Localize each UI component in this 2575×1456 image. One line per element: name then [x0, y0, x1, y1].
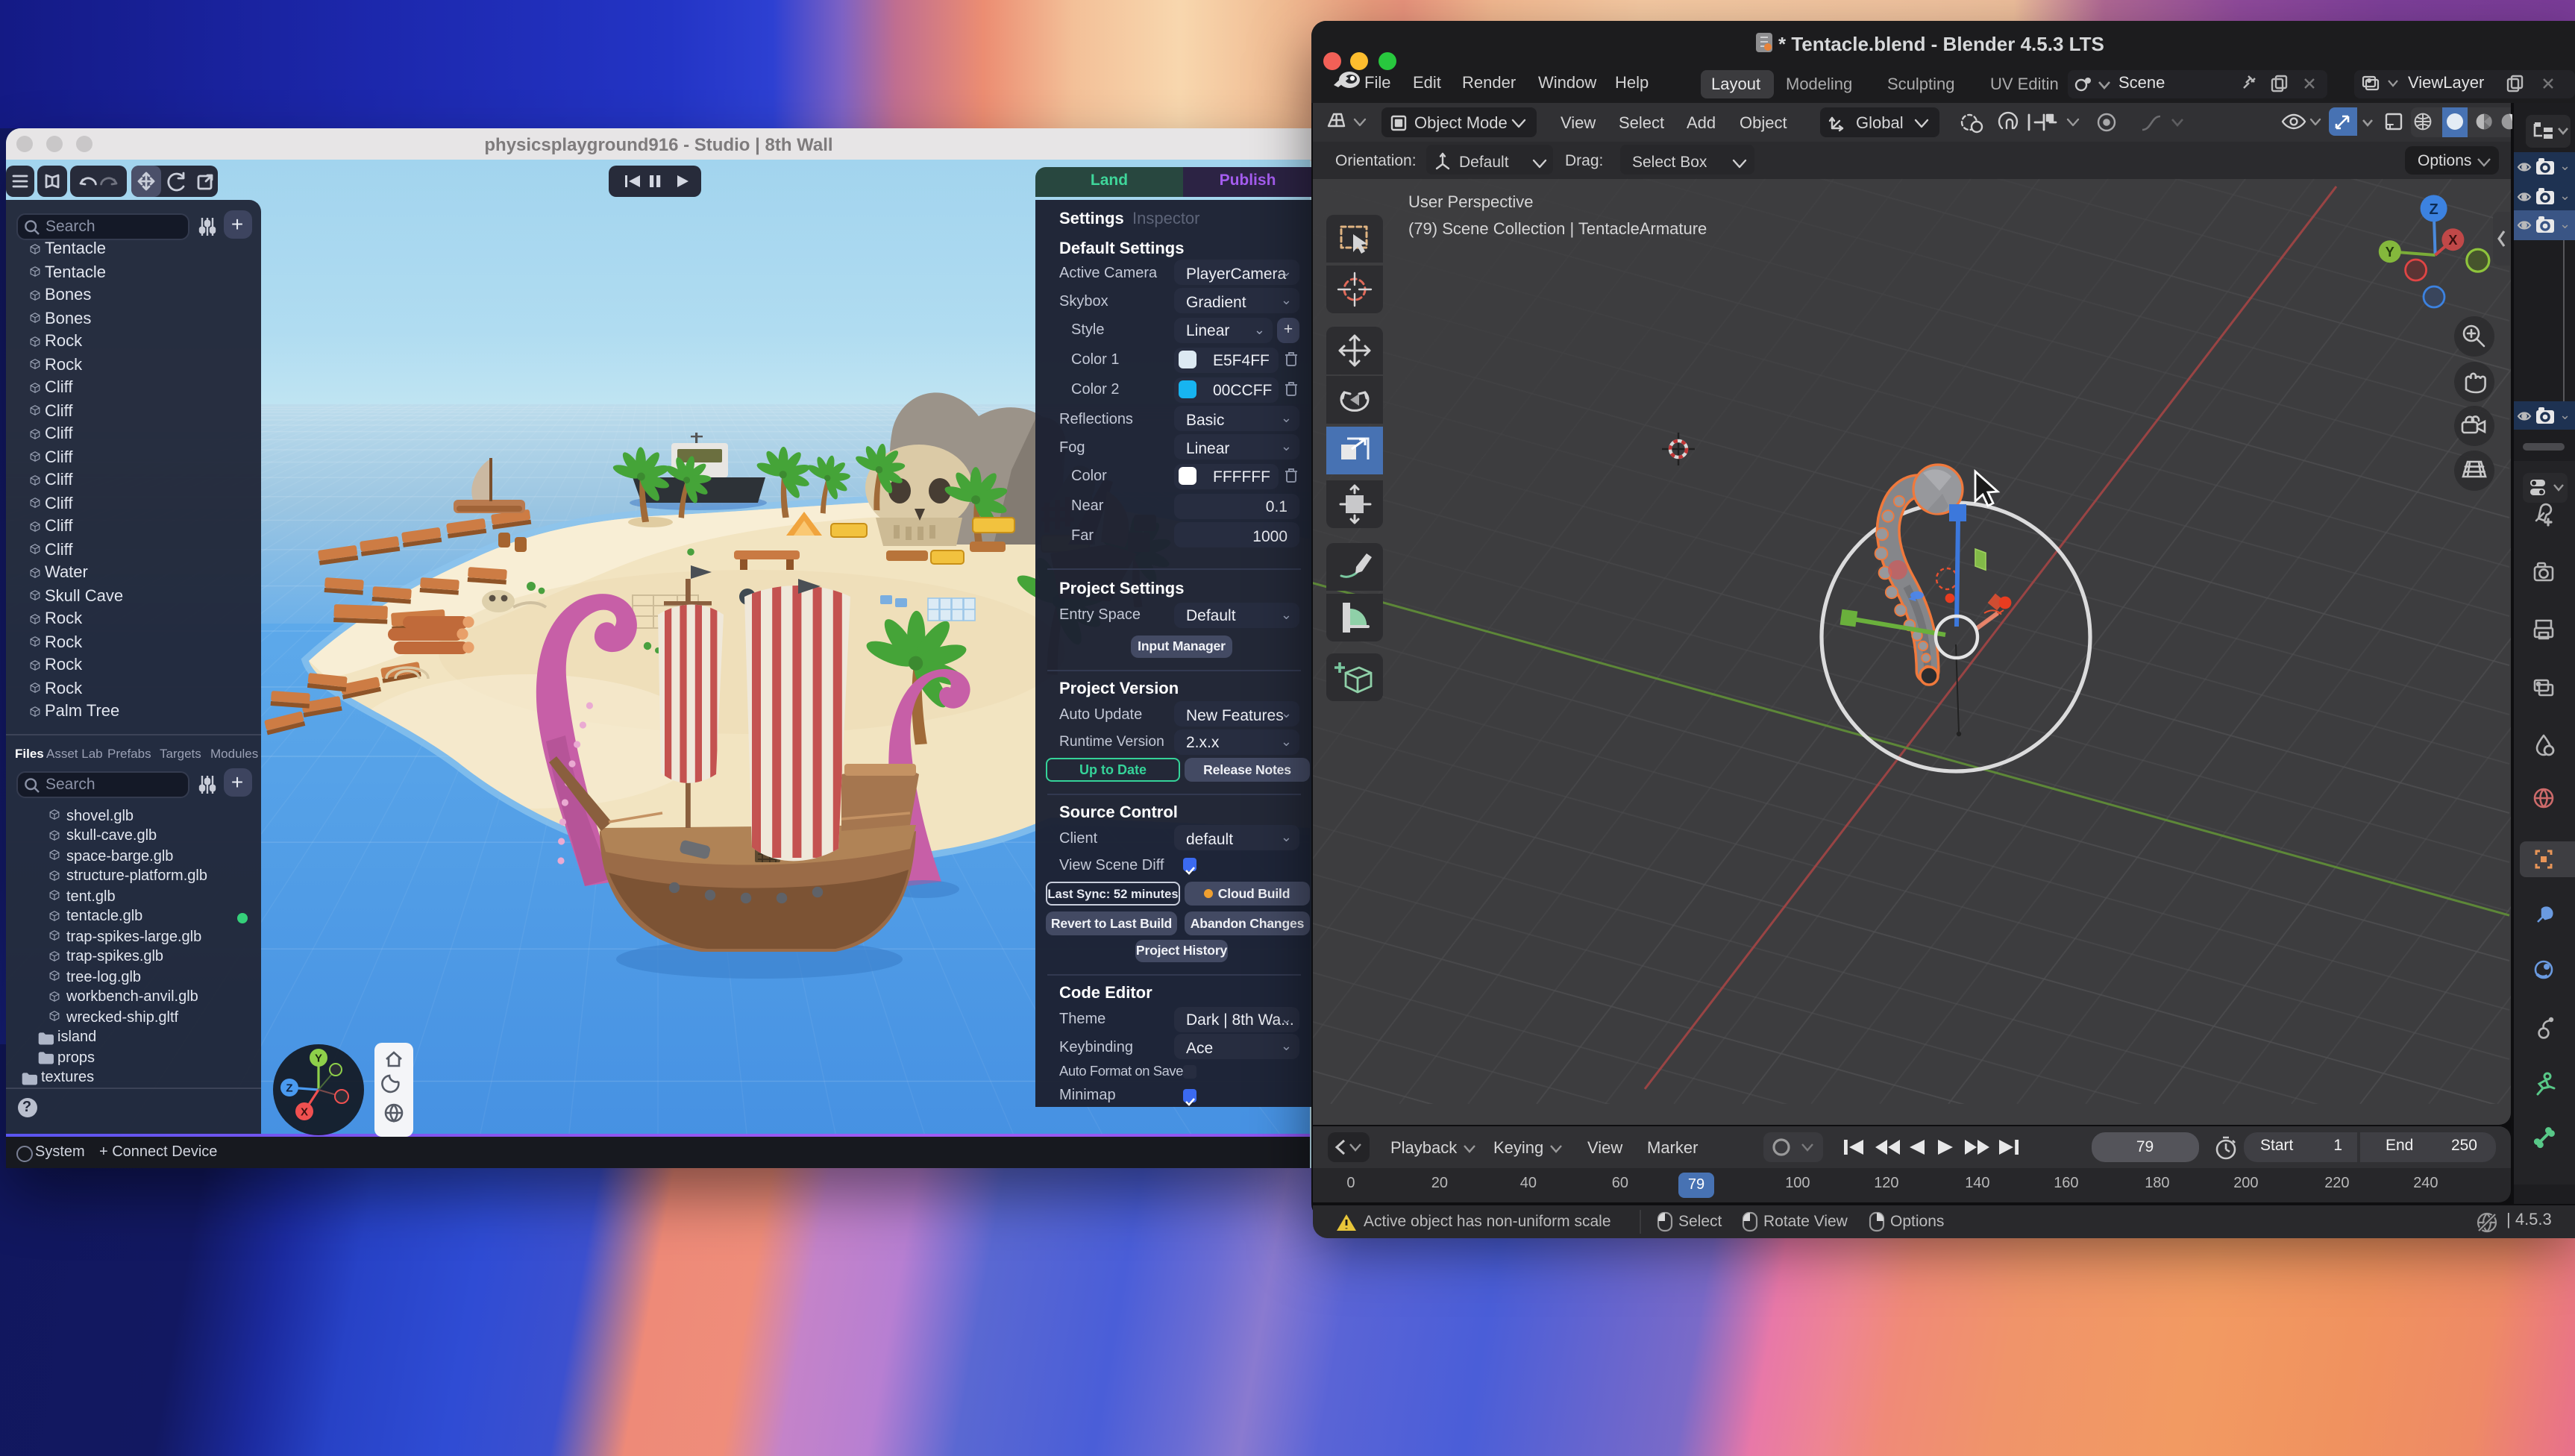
- svg-text:Y: Y: [2386, 245, 2394, 260]
- svg-text:X: X: [300, 1105, 307, 1118]
- svg-text:X: X: [2448, 233, 2457, 248]
- svg-text:Y: Y: [314, 1052, 322, 1064]
- svg-text:Z: Z: [2429, 201, 2438, 218]
- svg-text:Z: Z: [285, 1082, 292, 1094]
